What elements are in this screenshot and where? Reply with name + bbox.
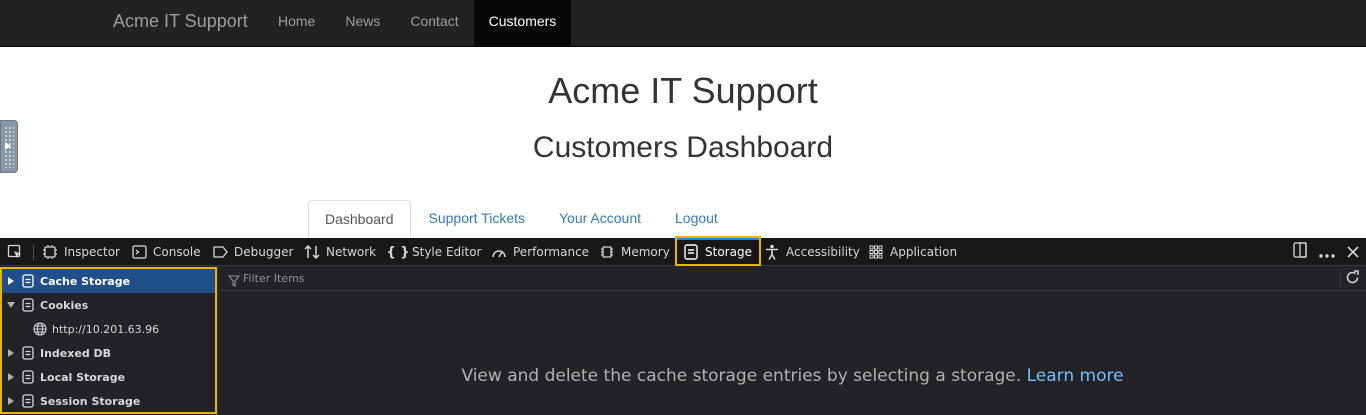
style-editor-icon: { } (386, 244, 410, 260)
side-panel-handle[interactable] (0, 120, 18, 173)
toolbar-separator (33, 245, 34, 261)
tab-application-label: Application (890, 245, 958, 259)
refresh-button[interactable] (1340, 269, 1360, 289)
empty-state-message: View and delete the cache storage entrie… (219, 366, 1366, 386)
accessibility-icon (764, 244, 780, 260)
storage-icon (20, 369, 36, 385)
chevron-right-icon (4, 370, 18, 384)
storage-icon (20, 393, 36, 409)
tab-application[interactable]: Application (868, 238, 957, 266)
tab-debugger[interactable]: Debugger (212, 238, 293, 266)
tab-accessibility-label: Accessibility (786, 245, 860, 259)
dock-side-icon (1293, 242, 1307, 262)
storage-icon (20, 297, 36, 313)
element-picker-icon (7, 244, 23, 260)
tab-performance[interactable]: Performance (491, 238, 589, 266)
devtools-panel: Inspector Console Debugger Network { } S… (0, 236, 1366, 415)
nav-link-home[interactable]: Home (263, 0, 330, 47)
application-icon (868, 244, 884, 260)
performance-icon (491, 244, 507, 260)
tab-accessibility[interactable]: Accessibility (764, 238, 860, 266)
navbar-links: Home News Contact Customers (263, 0, 572, 47)
tab-support-tickets[interactable]: Support Tickets (413, 200, 542, 238)
tab-memory[interactable]: Memory (599, 238, 670, 266)
tab-logout[interactable]: Logout (659, 200, 734, 238)
chevron-right-icon (4, 346, 18, 360)
tree-item-label: Cookies (40, 298, 89, 312)
storage-tree: Cache Storage Cookies http://10.201.63.9… (0, 266, 218, 415)
tree-item-cache-storage[interactable]: Cache Storage (2, 269, 216, 293)
navbar-brand[interactable]: Acme IT Support (113, 11, 248, 32)
nav-link-contact[interactable]: Contact (395, 0, 473, 47)
tab-debugger-label: Debugger (234, 245, 294, 259)
tab-inspector[interactable]: Inspector (42, 238, 120, 266)
globe-icon (32, 321, 48, 337)
devtools-toolbar: Inspector Console Debugger Network { } S… (0, 236, 1366, 266)
expand-arrow-icon (5, 142, 11, 150)
tab-your-account[interactable]: Your Account (543, 200, 657, 238)
tree-item-session-storage[interactable]: Session Storage (2, 389, 216, 413)
tree-item-label: Cache Storage (40, 274, 131, 288)
tab-performance-label: Performance (513, 245, 590, 259)
tree-item-cookies[interactable]: Cookies (2, 293, 216, 317)
empty-state-text: View and delete the cache storage entrie… (461, 366, 1022, 386)
tab-console[interactable]: Console (131, 238, 201, 266)
tab-inspector-label: Inspector (64, 245, 120, 259)
memory-icon (599, 244, 615, 260)
filter-items-input[interactable] (227, 270, 1327, 287)
tab-console-label: Console (153, 245, 201, 259)
chevron-down-icon (4, 298, 18, 312)
tab-dashboard[interactable]: Dashboard (308, 200, 411, 238)
refresh-icon (1345, 269, 1360, 289)
storage-icon (20, 345, 36, 361)
page-subtitle: Customers Dashboard (532, 131, 834, 164)
dashboard-tabs: Dashboard Support Tickets Your Account L… (308, 200, 736, 238)
inspector-icon (42, 244, 58, 260)
tree-item-local-storage[interactable]: Local Storage (2, 365, 216, 389)
ellipsis-icon (1319, 243, 1335, 262)
tab-network[interactable]: Network (304, 238, 376, 266)
network-icon (304, 244, 320, 260)
chevron-right-icon (4, 274, 18, 288)
nav-link-news[interactable]: News (330, 0, 395, 47)
tab-style-editor-label: Style Editor (412, 245, 482, 259)
filter-bar (219, 266, 1366, 291)
tree-item-label: http://10.201.63.96 (52, 322, 160, 336)
storage-icon (20, 273, 36, 289)
debugger-icon (212, 244, 228, 260)
tab-memory-label: Memory (621, 245, 670, 259)
page-title: Acme IT Support (548, 70, 818, 111)
tree-item-indexed-db[interactable]: Indexed DB (2, 341, 216, 365)
nav-link-customers[interactable]: Customers (473, 0, 572, 47)
tree-item-cookie-host[interactable]: http://10.201.63.96 (2, 317, 216, 341)
learn-more-link[interactable]: Learn more (1027, 366, 1124, 386)
close-icon (1347, 243, 1359, 262)
storage-tab-highlight (675, 236, 761, 266)
tab-network-label: Network (326, 245, 377, 259)
chevron-right-icon (4, 394, 18, 408)
tab-style-editor[interactable]: { } Style Editor (386, 238, 482, 266)
tree-item-label: Local Storage (40, 370, 126, 384)
tree-item-label: Indexed DB (40, 346, 112, 360)
element-picker-button[interactable] (7, 238, 29, 266)
site-navbar: Acme IT Support Home News Contact Custom… (0, 0, 1366, 47)
more-options-button[interactable] (1315, 238, 1339, 266)
console-icon (131, 244, 147, 260)
tree-item-label: Session Storage (40, 394, 141, 408)
dock-toggle-button[interactable] (1288, 238, 1312, 266)
close-devtools-button[interactable] (1341, 238, 1365, 266)
